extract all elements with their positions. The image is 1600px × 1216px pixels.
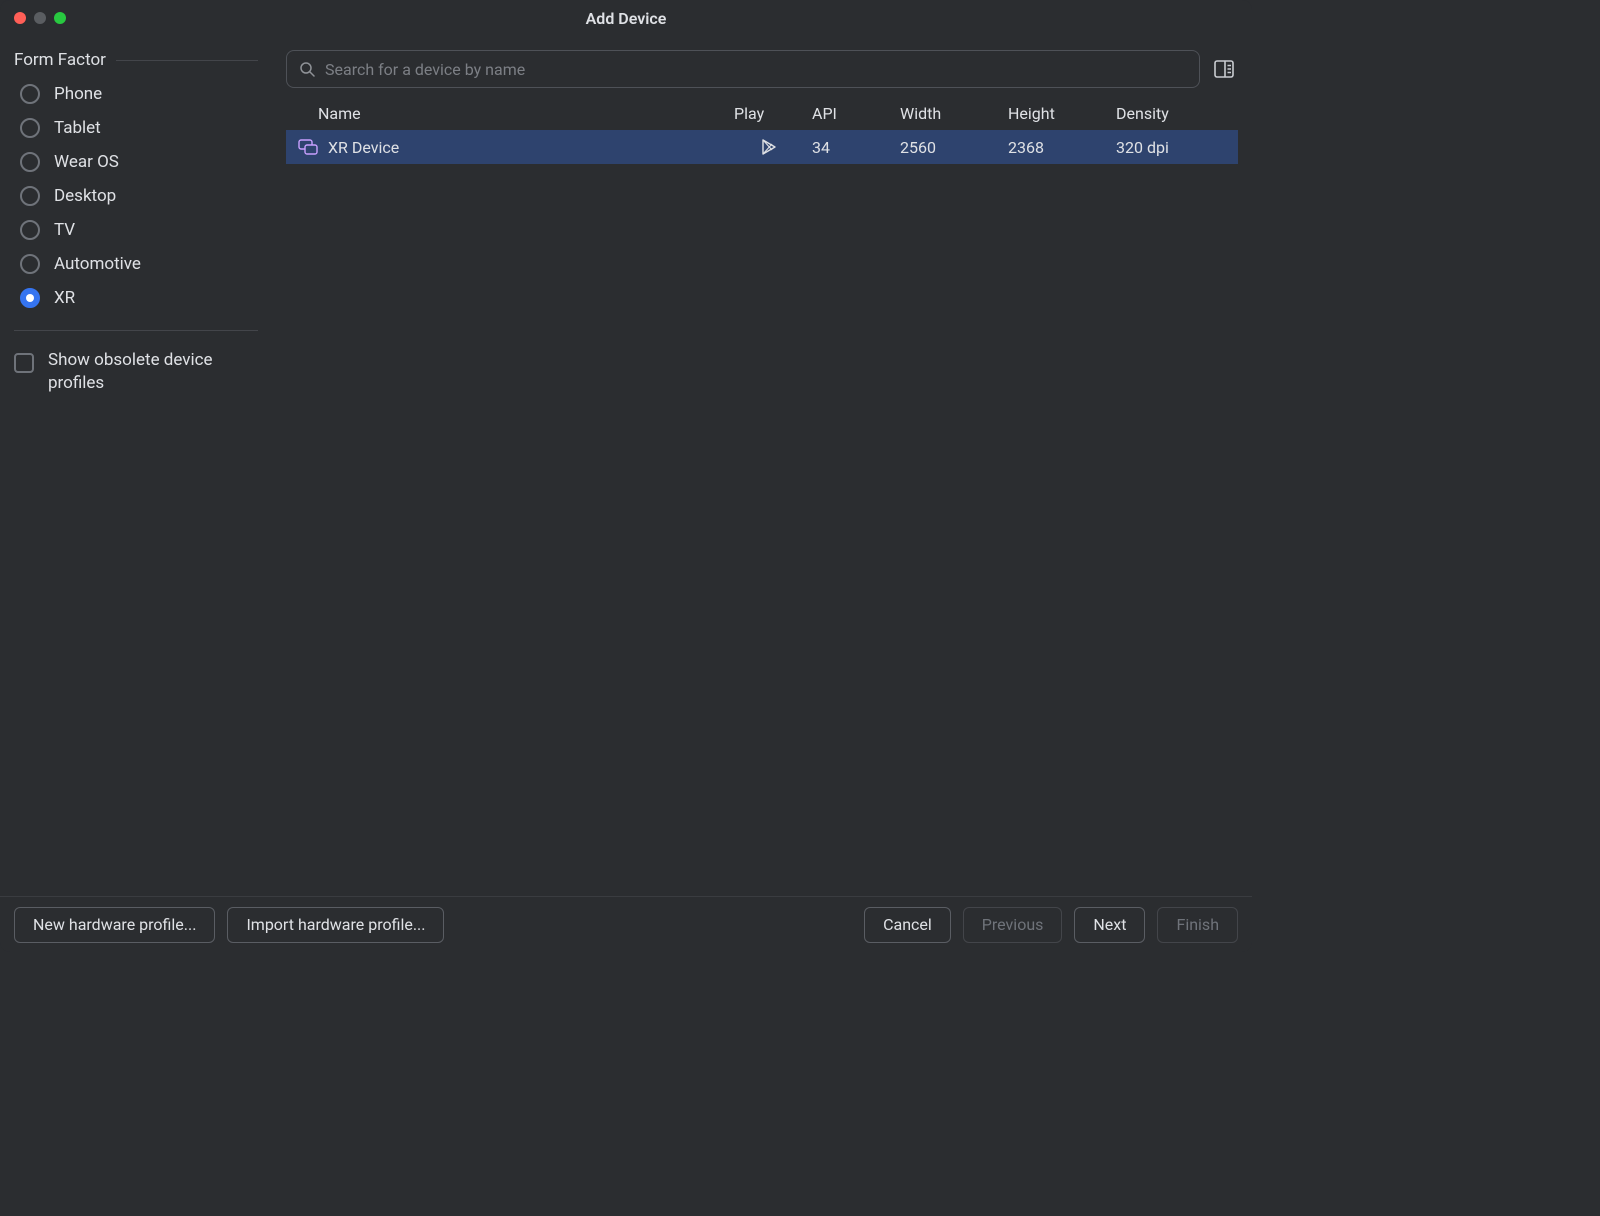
form-factor-phone[interactable]: Phone: [20, 84, 258, 104]
form-factor-sidebar: Form Factor Phone Tablet Wear OS: [0, 36, 272, 896]
search-input[interactable]: [325, 60, 1187, 79]
sidebar-divider: [14, 330, 258, 331]
radio-label: XR: [54, 288, 75, 308]
column-header-width[interactable]: Width: [900, 104, 1000, 123]
column-header-play[interactable]: Play: [734, 104, 804, 123]
form-factor-radio-group: Phone Tablet Wear OS Desktop TV: [14, 84, 258, 308]
section-divider-line: [116, 60, 258, 61]
radio-icon: [20, 220, 40, 240]
search-icon: [299, 61, 315, 77]
window-controls: [14, 12, 66, 24]
radio-label: Phone: [54, 84, 102, 104]
form-factor-tablet[interactable]: Tablet: [20, 118, 258, 138]
device-main-panel: Name Play API Width Height Density XR De…: [272, 36, 1252, 896]
device-density-cell: 320 dpi: [1116, 138, 1226, 157]
play-store-icon: [760, 138, 778, 156]
table-row[interactable]: XR Device 34 2560 2368 320 dpi: [286, 130, 1238, 164]
radio-label: Automotive: [54, 254, 141, 274]
radio-icon: [20, 152, 40, 172]
form-factor-section-header: Form Factor: [14, 50, 258, 70]
radio-icon: [20, 254, 40, 274]
add-device-window: Add Device Form Factor Phone Tablet Wear: [0, 0, 1252, 952]
device-api-cell: 34: [812, 138, 892, 157]
cancel-button[interactable]: Cancel: [864, 907, 951, 943]
titlebar: Add Device: [0, 0, 1252, 36]
column-header-name[interactable]: Name: [298, 104, 726, 123]
radio-icon: [20, 186, 40, 206]
dialog-footer: New hardware profile... Import hardware …: [0, 896, 1252, 952]
close-window-button[interactable]: [14, 12, 26, 24]
show-obsolete-checkbox[interactable]: Show obsolete device profiles: [14, 349, 258, 395]
form-factor-label: Form Factor: [14, 50, 106, 70]
import-hardware-profile-button[interactable]: Import hardware profile...: [227, 907, 444, 943]
checkbox-icon: [14, 353, 34, 373]
radio-icon: [20, 118, 40, 138]
finish-button: Finish: [1157, 907, 1238, 943]
device-height-cell: 2368: [1008, 138, 1108, 157]
radio-label: TV: [54, 220, 75, 240]
checkbox-label: Show obsolete device profiles: [48, 349, 258, 395]
new-hardware-profile-button[interactable]: New hardware profile...: [14, 907, 215, 943]
radio-icon: [20, 288, 40, 308]
column-header-api[interactable]: API: [812, 104, 892, 123]
device-width-cell: 2560: [900, 138, 1000, 157]
window-title: Add Device: [586, 9, 667, 28]
radio-label: Tablet: [54, 118, 101, 138]
form-factor-automotive[interactable]: Automotive: [20, 254, 258, 274]
previous-button: Previous: [963, 907, 1063, 943]
minimize-window-button[interactable]: [34, 12, 46, 24]
device-search-box[interactable]: [286, 50, 1200, 88]
details-panel-toggle[interactable]: [1210, 55, 1238, 83]
xr-device-icon: [298, 139, 318, 155]
radio-label: Desktop: [54, 186, 116, 206]
radio-icon: [20, 84, 40, 104]
column-header-height[interactable]: Height: [1008, 104, 1108, 123]
device-table: Name Play API Width Height Density XR De…: [286, 96, 1238, 896]
next-button[interactable]: Next: [1074, 907, 1145, 943]
form-factor-xr[interactable]: XR: [20, 288, 258, 308]
radio-label: Wear OS: [54, 152, 119, 172]
details-panel-icon: [1213, 58, 1235, 80]
table-header-row: Name Play API Width Height Density: [286, 96, 1238, 130]
maximize-window-button[interactable]: [54, 12, 66, 24]
form-factor-tv[interactable]: TV: [20, 220, 258, 240]
form-factor-wear-os[interactable]: Wear OS: [20, 152, 258, 172]
column-header-density[interactable]: Density: [1116, 104, 1226, 123]
device-name-cell: XR Device: [328, 138, 399, 157]
form-factor-desktop[interactable]: Desktop: [20, 186, 258, 206]
